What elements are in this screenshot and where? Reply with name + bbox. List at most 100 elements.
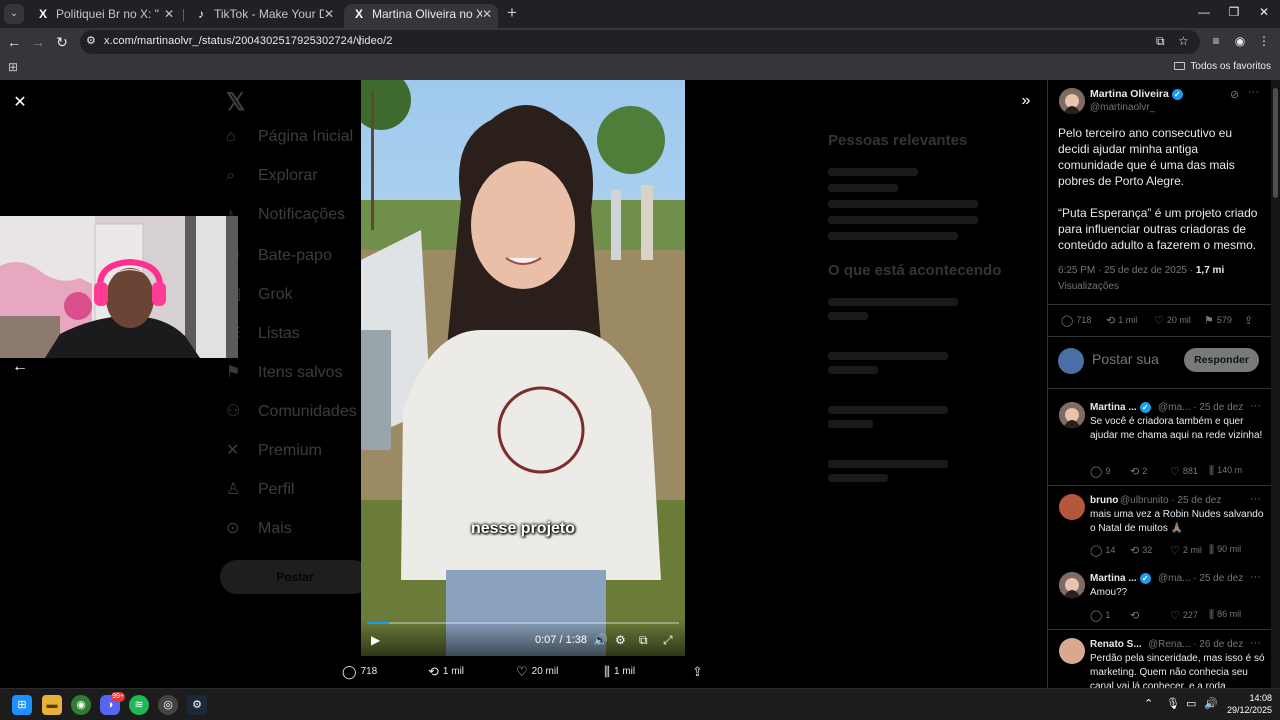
panel-scrollbar[interactable] — [1271, 80, 1280, 688]
profile-icon[interactable]: ◉ — [1232, 34, 1248, 48]
reply-author-handle: @ma... · 25 de dez — [1158, 402, 1244, 413]
address-bar[interactable]: ⚙ x.com/martinaolvr_/status/200430251792… — [80, 30, 1200, 54]
tab-tiktok[interactable]: ♪ TikTok - Make Your Day ✕ — [186, 4, 340, 28]
reply-author-name[interactable]: Renato S... — [1090, 639, 1142, 650]
avatar[interactable] — [1059, 88, 1085, 114]
spotify-icon[interactable]: ≋ — [129, 695, 149, 715]
reply-input[interactable]: Postar sua — [1092, 351, 1159, 367]
tab-close-icon[interactable]: ✕ — [324, 4, 334, 24]
volume-icon[interactable]: 🔊 — [593, 633, 608, 647]
reply-views-stat[interactable]: ⫼ 140 m — [1209, 465, 1242, 478]
reply-repost-stat[interactable]: ⟲ — [1130, 609, 1142, 622]
bookmarks-bar: ⊞ Todos os favoritos — [0, 56, 1280, 80]
close-icon[interactable]: ✕ — [10, 92, 30, 112]
expand-panel-icon[interactable]: » — [1016, 92, 1036, 110]
reply-reply-stat[interactable]: ◯ 14 — [1090, 544, 1115, 557]
play-icon[interactable]: ▶ — [371, 633, 380, 647]
all-bookmarks-button[interactable]: Todos os favoritos — [1174, 61, 1271, 72]
tab-title: Martina Oliveira no X: "Pelo terc — [372, 7, 482, 21]
browser-window: ⌄ X Politiquei Br no X: "🔴 ABSURDO ✕ ♪ T… — [0, 0, 1280, 720]
display-icon[interactable]: ▭ — [1186, 697, 1196, 710]
speaker-icon[interactable]: 🔊 — [1204, 697, 1218, 710]
site-info-icon[interactable]: ⚙ — [86, 34, 96, 47]
avatar[interactable] — [1059, 572, 1085, 598]
reply-reply-stat[interactable]: ◯ 1 — [1090, 609, 1110, 622]
post-bookmark-stat[interactable]: ⚑ 579 — [1204, 314, 1232, 327]
minimize-icon[interactable]: — — [1196, 5, 1212, 19]
repost-action[interactable]: ⟲ 1 mil — [428, 664, 464, 680]
fullscreen-icon[interactable]: ⤢ — [663, 633, 673, 648]
menu-icon[interactable]: ⋮ — [1256, 34, 1272, 48]
video-progress-fill — [367, 622, 390, 624]
reply-author-name[interactable]: Martina ... ✓ — [1090, 402, 1151, 413]
reply-author-handle: @ulbrunito · 25 de dez — [1120, 495, 1222, 506]
close-window-icon[interactable]: ✕ — [1256, 5, 1272, 19]
restore-icon[interactable]: ❐ — [1226, 5, 1242, 19]
avatar[interactable] — [1059, 638, 1085, 664]
tab-search-button[interactable]: ⌄ — [4, 4, 24, 24]
reload-icon[interactable]: ↻ — [52, 32, 72, 52]
grok-icon[interactable]: ⊘ — [1230, 88, 1239, 101]
apps-grid-icon[interactable]: ⊞ — [8, 60, 18, 74]
system-clock[interactable]: 14:08 29/12/2025 — [1227, 692, 1272, 716]
picture-in-picture-icon[interactable]: ⧉ — [639, 633, 648, 648]
views-icon: ⫼ — [1209, 609, 1215, 621]
post-reply-stat[interactable]: ◯ 718 — [1061, 314, 1091, 327]
share-action[interactable]: ⇪ — [692, 664, 707, 680]
bg-line — [828, 474, 888, 482]
more-icon[interactable]: ··· — [1250, 493, 1261, 505]
background-right-column: Pessoas relevantes O que está acontecend… — [820, 80, 1040, 688]
reply-like-stat[interactable]: ♡ 2 mil — [1170, 544, 1202, 557]
tab-close-icon[interactable]: ✕ — [164, 4, 174, 24]
video-player[interactable]: nesse projeto ▶ 0:07 / 1:38 🔊 ⚙ ⧉ ⤢ — [361, 80, 685, 656]
post-like-stat[interactable]: ♡ 20 mil — [1154, 314, 1191, 327]
start-menu-icon[interactable]: ⊞ — [12, 695, 32, 715]
scrollbar-thumb[interactable] — [1273, 88, 1278, 198]
reply-views-stat[interactable]: ⫼ 90 mil — [1209, 544, 1241, 557]
new-tab-button[interactable]: + — [503, 4, 521, 24]
tray-overflow-icon[interactable]: ⌃ — [1144, 697, 1153, 710]
previous-media-icon[interactable]: ← — [10, 358, 30, 376]
reply-author-name[interactable]: Martina ... ✓ — [1090, 573, 1151, 584]
reply-like-stat[interactable]: ♡ 881 — [1170, 465, 1198, 478]
install-app-icon[interactable]: ⧉ — [1156, 34, 1165, 49]
post-repost-stat[interactable]: ⟲ 1 mil — [1106, 314, 1137, 327]
post-panel: Martina Oliveira ✓ @martinaolvr_ ⊘ ··· Pe… — [1047, 80, 1271, 688]
settings-icon[interactable]: ⚙ — [615, 633, 626, 647]
steam-icon[interactable]: ⚙ — [187, 695, 207, 715]
reply-repost-stat[interactable]: ⟲ 2 — [1130, 465, 1147, 478]
back-arrow-icon[interactable]: ← — [4, 32, 24, 52]
more-icon[interactable]: ··· — [1250, 400, 1261, 412]
post-author-handle[interactable]: @martinaolvr_ — [1090, 102, 1155, 113]
post-share-stat[interactable]: ⇪ — [1244, 314, 1256, 327]
reply-like-stat[interactable]: ♡ 227 — [1170, 609, 1198, 622]
x-favicon-icon: X — [38, 7, 47, 21]
reply-action[interactable]: ◯ 718 — [342, 664, 377, 680]
chrome-icon[interactable]: ◉ — [71, 695, 91, 715]
file-explorer-icon[interactable]: ▬ — [42, 695, 62, 715]
reply-views-stat[interactable]: ⫼ 86 mil — [1209, 609, 1241, 622]
like-action[interactable]: ♡ 20 mil — [516, 664, 558, 680]
forward-arrow-icon[interactable]: → — [28, 32, 48, 52]
microphone-icon[interactable]: 🎙 — [1166, 697, 1180, 710]
reply-author-name[interactable]: bruno — [1090, 495, 1118, 506]
my-avatar[interactable] — [1058, 348, 1084, 374]
tab-close-icon[interactable]: ✕ — [482, 4, 492, 24]
obs-icon[interactable]: ◎ — [158, 695, 178, 715]
text-cursor-icon: I — [358, 32, 362, 48]
views-action[interactable]: ⫼ 1 mil — [604, 664, 635, 680]
reply-button[interactable]: Responder — [1184, 348, 1259, 372]
tab-politiquei[interactable]: X Politiquei Br no X: "🔴 ABSURDO ✕ — [28, 4, 180, 28]
more-icon[interactable]: ··· — [1248, 86, 1259, 98]
media-controls-icon[interactable]: ≡ — [1208, 34, 1224, 48]
more-icon[interactable]: ··· — [1250, 637, 1261, 649]
star-icon[interactable]: ☆ — [1178, 34, 1189, 48]
tab-martina[interactable]: X Martina Oliveira no X: "Pelo terc ✕ — [344, 4, 498, 28]
more-icon[interactable]: ··· — [1250, 571, 1261, 583]
post-author-name[interactable]: Martina Oliveira ✓ — [1090, 88, 1183, 100]
video-progress-bar[interactable] — [367, 622, 679, 624]
avatar[interactable] — [1059, 402, 1085, 428]
avatar[interactable] — [1059, 494, 1085, 520]
reply-reply-stat[interactable]: ◯ 9 — [1090, 465, 1110, 478]
reply-repost-stat[interactable]: ⟲ 32 — [1130, 544, 1152, 557]
